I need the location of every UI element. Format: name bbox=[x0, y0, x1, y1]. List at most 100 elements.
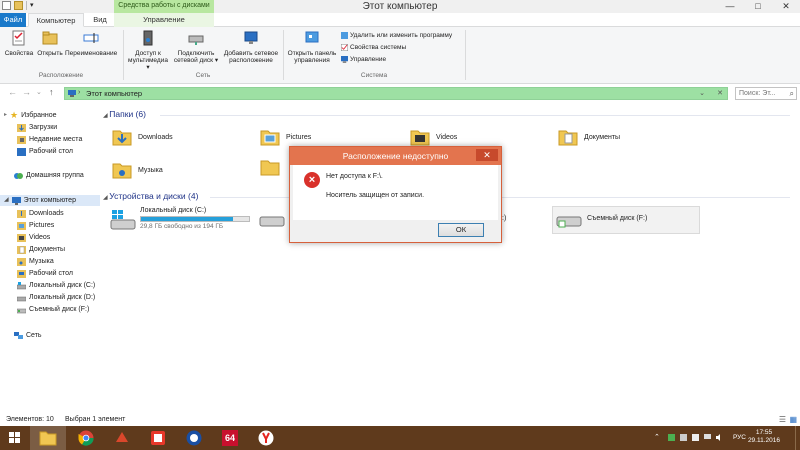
flag-icon[interactable] bbox=[692, 434, 699, 441]
windows-drive-icon bbox=[17, 281, 26, 289]
dialog-message-write-protected: Носитель защищен от записи. bbox=[326, 192, 425, 199]
taskbar: 64 ⌃ РУС 17:55 29.11.2016 bbox=[0, 426, 800, 450]
computer-icon bbox=[11, 196, 21, 205]
drive-f-selected[interactable]: Съемный диск (F:) bbox=[552, 206, 700, 234]
taskbar-chrome[interactable] bbox=[68, 426, 104, 450]
nav-pc-videos[interactable]: Videos bbox=[17, 232, 50, 243]
network-drive-icon bbox=[188, 35, 204, 45]
folder-music[interactable]: Музыка bbox=[112, 161, 163, 179]
taskbar-app-red[interactable] bbox=[104, 426, 140, 450]
tab-file[interactable]: Файл bbox=[0, 13, 26, 27]
pictures-folder-icon bbox=[17, 221, 26, 230]
maximize-button[interactable]: □ bbox=[744, 0, 772, 13]
folders-header[interactable]: ◢ Папки (6) bbox=[103, 109, 146, 119]
nav-pc-drive-c[interactable]: Локальный диск (C:) bbox=[17, 280, 95, 291]
drive-c-usage-fill bbox=[141, 217, 233, 221]
nav-pc-drive-d[interactable]: Локальный диск (D:) bbox=[17, 292, 95, 303]
status-bar: Элементов: 10 Выбран 1 элемент ☰ ▦ bbox=[0, 415, 800, 426]
selected-count: Выбран 1 элемент bbox=[65, 416, 126, 423]
folder-videos[interactable]: Videos bbox=[410, 128, 457, 146]
devices-header[interactable]: ◢ Устройства и диски (4) bbox=[103, 191, 198, 201]
media-server-icon bbox=[143, 30, 153, 46]
pictures-folder-icon bbox=[260, 130, 280, 146]
computer-icon bbox=[68, 90, 76, 97]
nav-pc-downloads[interactable]: Downloads bbox=[17, 208, 64, 219]
music-folder-icon bbox=[112, 163, 132, 179]
ribbon: Свойства Открыть Переименование Располож… bbox=[0, 27, 800, 84]
title-bar: ▾ Средства работы с дисками Этот компьют… bbox=[0, 0, 800, 13]
system-properties-button[interactable]: Свойства системы bbox=[341, 44, 406, 51]
nav-pc-music[interactable]: Музыка bbox=[17, 256, 54, 267]
up-arrow-icon[interactable]: ↑ bbox=[49, 87, 54, 97]
chevron-up-icon[interactable]: ⌃ bbox=[654, 433, 660, 441]
tab-manage[interactable]: Управление bbox=[114, 13, 214, 27]
chevron-down-icon[interactable]: ◢ bbox=[4, 195, 9, 206]
manage-button[interactable]: Управление bbox=[341, 56, 386, 63]
nav-desktop[interactable]: Рабочий стол bbox=[17, 146, 73, 157]
volume-icon[interactable] bbox=[716, 434, 723, 441]
taskbar-explorer[interactable] bbox=[30, 426, 66, 450]
add-network-location-button[interactable]: Добавить сетевое расположение bbox=[221, 30, 281, 64]
folder-downloads[interactable]: Downloads bbox=[112, 128, 173, 146]
tab-computer[interactable]: Компьютер bbox=[28, 13, 84, 27]
taskbar-yandex[interactable] bbox=[248, 426, 284, 450]
address-dropdown-icon[interactable]: ⌄ bbox=[699, 89, 705, 97]
ok-button[interactable]: ОК bbox=[438, 223, 484, 237]
windows-start-icon[interactable] bbox=[0, 426, 30, 450]
forward-arrow-icon[interactable]: → bbox=[22, 87, 31, 97]
minimize-button[interactable]: — bbox=[716, 0, 744, 13]
hard-drive-d-icon[interactable] bbox=[259, 214, 285, 228]
nav-favorites[interactable]: ▸ ★ Избранное bbox=[4, 110, 57, 121]
folder-documents[interactable]: Документы bbox=[558, 128, 620, 146]
uninstall-program-button[interactable]: Удалить или изменить программу bbox=[341, 32, 452, 39]
rename-button[interactable]: Переименование bbox=[65, 30, 117, 57]
search-icon[interactable]: ⌕ bbox=[790, 89, 794, 99]
nav-pc-documents[interactable]: Документы bbox=[17, 244, 65, 255]
taskbar-app-package[interactable] bbox=[140, 426, 176, 450]
back-arrow-icon[interactable]: ← bbox=[8, 87, 17, 97]
breadcrumb-chevron-icon[interactable]: › bbox=[78, 89, 80, 96]
media-access-button[interactable]: Доступ к мультимедиа ▾ bbox=[126, 30, 170, 71]
dialog-body: × Нет доступа к F:\. Носитель защищен от… bbox=[293, 165, 498, 220]
music-folder-icon bbox=[17, 257, 26, 266]
nav-network[interactable]: Сеть bbox=[4, 330, 42, 341]
tray-app-icon[interactable] bbox=[668, 434, 675, 441]
refresh-icon[interactable]: ✕ bbox=[717, 89, 723, 97]
taskbar-app-blue[interactable] bbox=[176, 426, 212, 450]
network-status-icon[interactable] bbox=[680, 434, 687, 441]
nav-recent[interactable]: Недавние места bbox=[17, 134, 82, 145]
address-bar[interactable]: › Этот компьютер ⌄ ✕ bbox=[64, 87, 728, 100]
app-icon bbox=[116, 432, 128, 442]
properties-button[interactable]: Свойства bbox=[3, 30, 35, 57]
open-button[interactable]: Открыть bbox=[36, 30, 64, 57]
desktop-folder-icon[interactable] bbox=[260, 158, 280, 176]
nav-pc-drive-f[interactable]: Съемный диск (F:) bbox=[17, 304, 89, 315]
nav-pc-desktop[interactable]: Рабочий стол bbox=[17, 268, 73, 279]
nav-downloads[interactable]: Загрузки bbox=[17, 122, 57, 133]
details-view-icon[interactable]: ☰ bbox=[779, 415, 786, 424]
chevron-down-icon[interactable]: ▸ bbox=[4, 110, 7, 121]
nav-homegroup[interactable]: Домашняя группа bbox=[4, 170, 84, 181]
large-icons-view-icon[interactable]: ▦ bbox=[789, 415, 797, 424]
nav-pc-pictures[interactable]: Pictures bbox=[17, 220, 54, 231]
show-desktop-button[interactable] bbox=[795, 426, 800, 450]
tab-view[interactable]: Вид bbox=[86, 13, 114, 27]
recent-locations-icon[interactable]: ⌄ bbox=[36, 88, 42, 96]
rename-icon bbox=[83, 33, 99, 43]
yandex-browser-icon bbox=[258, 430, 274, 446]
group-label-location: Расположение bbox=[38, 72, 84, 79]
folder-pictures[interactable]: Pictures bbox=[260, 128, 311, 146]
open-control-panel-button[interactable]: Открыть панель управления bbox=[286, 30, 338, 64]
close-button[interactable]: ✕ bbox=[772, 0, 800, 13]
dialog-close-button[interactable]: ✕ bbox=[476, 149, 498, 161]
package-icon bbox=[151, 431, 165, 445]
clock[interactable]: 17:55 29.11.2016 bbox=[748, 429, 780, 445]
map-network-drive-button[interactable]: Подключить сетевой диск ▾ bbox=[172, 30, 220, 64]
nav-this-pc[interactable]: ◢ Этот компьютер bbox=[0, 195, 100, 206]
search-input[interactable]: Поиск: Эт... ⌕ bbox=[735, 87, 797, 100]
drive-c-name: Локальный диск (C:) bbox=[140, 207, 207, 214]
input-language[interactable]: РУС bbox=[733, 434, 746, 441]
taskbar-app-64[interactable]: 64 bbox=[212, 426, 248, 450]
monitor-icon[interactable] bbox=[704, 434, 711, 441]
ribbon-separator bbox=[465, 30, 466, 80]
